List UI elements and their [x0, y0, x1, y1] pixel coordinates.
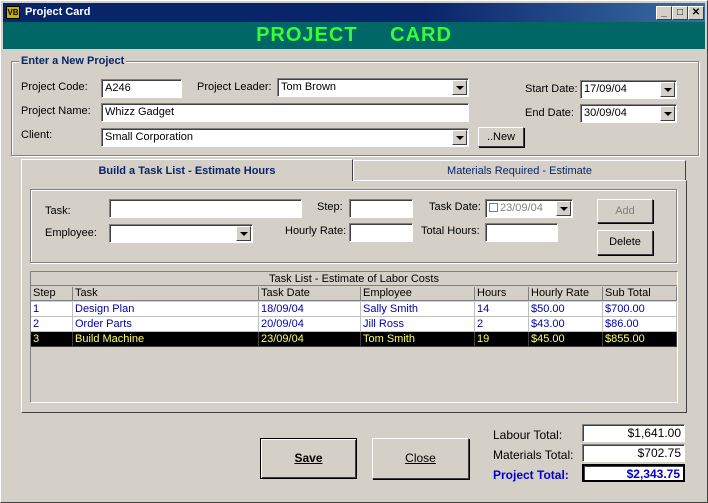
project-total-value: $2,343.75: [582, 464, 685, 482]
client-select[interactable]: Small Corporation: [101, 128, 469, 147]
project-leader-value: Tom Brown: [281, 81, 337, 93]
task-label: Task:: [45, 205, 71, 217]
hourly-rate-label: Hourly Rate:: [285, 225, 347, 237]
project-code-input[interactable]: A246: [101, 79, 182, 98]
materials-total-value: $702.75: [582, 444, 685, 462]
end-date-value: 30/09/04: [584, 107, 627, 119]
cell-employee: Tom Smith: [361, 332, 475, 347]
column-header-sub-total[interactable]: Sub Total: [603, 287, 677, 301]
close-button-label: Close: [405, 451, 436, 465]
project-leader-label: Project Leader:: [197, 81, 272, 93]
close-button[interactable]: Close: [372, 438, 469, 479]
cell-task: Order Parts: [73, 317, 259, 332]
delete-task-button[interactable]: Delete: [597, 230, 653, 255]
project-total-label: Project Total:: [493, 468, 569, 482]
cell-hours: 2: [475, 317, 529, 332]
cell-sub-total: $855.00: [603, 332, 677, 347]
project-group-legend: Enter a New Project: [19, 55, 127, 67]
column-header-hours[interactable]: Hours: [475, 287, 529, 301]
cell-hours: 19: [475, 332, 529, 347]
project-card-window: VB Project Card _ □ ✕ PROJECT CARD Enter…: [0, 0, 708, 503]
step-input[interactable]: [349, 199, 413, 218]
end-date-label: End Date:: [525, 107, 574, 119]
task-list-grid[interactable]: Task List - Estimate of Labor Costs Step…: [30, 271, 678, 403]
cell-task-date: 23/09/04: [259, 332, 361, 347]
column-header-step[interactable]: Step: [31, 287, 73, 301]
start-date-picker[interactable]: 17/09/04: [580, 80, 677, 99]
project-leader-select[interactable]: Tom Brown: [277, 78, 469, 97]
cell-step: 3: [31, 332, 73, 347]
chevron-down-icon[interactable]: [660, 106, 675, 121]
start-date-value: 17/09/04: [584, 83, 627, 95]
client-value: Small Corporation: [105, 131, 194, 143]
cell-hourly-rate: $50.00: [529, 302, 603, 317]
window-title: Project Card: [25, 6, 91, 18]
table-row-selected[interactable]: 3 Build Machine 23/09/04 Tom Smith 19 $4…: [31, 332, 677, 347]
chevron-down-icon[interactable]: [452, 80, 467, 95]
title-bar[interactable]: VB Project Card _ □ ✕: [3, 3, 705, 22]
step-label: Step:: [317, 201, 343, 213]
add-task-button[interactable]: Add: [597, 199, 653, 223]
task-date-value: 23/09/04: [500, 202, 543, 214]
task-input[interactable]: [109, 199, 302, 218]
app-icon: VB: [6, 6, 20, 19]
save-button[interactable]: Save: [260, 438, 357, 479]
labour-total-label: Labour Total:: [493, 428, 563, 442]
cell-hourly-rate: $45.00: [529, 332, 603, 347]
cell-employee: Sally Smith: [361, 302, 475, 317]
project-name-input[interactable]: Whizz Gadget: [101, 103, 469, 122]
task-date-picker[interactable]: 23/09/04: [485, 199, 573, 218]
checkbox-icon[interactable]: [489, 203, 498, 212]
client-label: Client:: [21, 129, 53, 141]
cell-sub-total: $700.00: [603, 302, 677, 317]
chevron-down-icon[interactable]: [556, 201, 571, 216]
page-banner: PROJECT CARD: [3, 22, 705, 49]
task-list-body: Step Task Task Date Employee Hours Hourl…: [31, 287, 677, 402]
column-header-employee[interactable]: Employee: [361, 287, 475, 301]
labour-total-value: $1,641.00: [582, 424, 685, 442]
materials-total-label: Materials Total:: [493, 448, 574, 462]
total-hours-label: Total Hours:: [421, 225, 480, 237]
column-header-task-date[interactable]: Task Date: [259, 287, 361, 301]
tab-task-list[interactable]: Build a Task List - Estimate Hours: [21, 159, 353, 181]
employee-select[interactable]: [109, 224, 253, 243]
chevron-down-icon[interactable]: [660, 82, 675, 97]
close-window-button[interactable]: ✕: [688, 6, 704, 20]
cell-hours: 14: [475, 302, 529, 317]
banner-word-card: CARD: [390, 24, 452, 46]
chevron-down-icon[interactable]: [236, 226, 251, 241]
hourly-rate-input[interactable]: [349, 223, 413, 242]
save-button-label: Save: [294, 451, 323, 465]
cell-task: Build Machine: [73, 332, 259, 347]
employee-label: Employee:: [45, 227, 97, 239]
cell-task-date: 18/09/04: [259, 302, 361, 317]
tab-materials[interactable]: Materials Required - Estimate: [353, 160, 686, 180]
cell-sub-total: $86.00: [603, 317, 677, 332]
project-code-label: Project Code:: [21, 81, 88, 93]
column-header-hourly-rate[interactable]: Hourly Rate: [529, 287, 603, 301]
cell-hourly-rate: $43.00: [529, 317, 603, 332]
table-row[interactable]: 1 Design Plan 18/09/04 Sally Smith 14 $5…: [31, 302, 677, 317]
task-list-title: Task List - Estimate of Labor Costs: [31, 272, 677, 286]
task-date-label: Task Date:: [429, 201, 481, 213]
table-row[interactable]: 2 Order Parts 20/09/04 Jill Ross 2 $43.0…: [31, 317, 677, 332]
column-header-task[interactable]: Task: [73, 287, 259, 301]
cell-employee: Jill Ross: [361, 317, 475, 332]
project-name-label: Project Name:: [21, 105, 91, 117]
minimize-button[interactable]: _: [656, 6, 672, 20]
cell-step: 2: [31, 317, 73, 332]
start-date-label: Start Date:: [525, 83, 578, 95]
total-hours-input[interactable]: [485, 223, 558, 242]
chevron-down-icon[interactable]: [452, 130, 467, 145]
banner-word-project: PROJECT: [256, 24, 358, 46]
cell-task: Design Plan: [73, 302, 259, 317]
cell-task-date: 20/09/04: [259, 317, 361, 332]
end-date-picker[interactable]: 30/09/04: [580, 104, 677, 123]
cell-step: 1: [31, 302, 73, 317]
new-client-button[interactable]: ..New: [478, 127, 524, 147]
maximize-button[interactable]: □: [672, 6, 688, 20]
